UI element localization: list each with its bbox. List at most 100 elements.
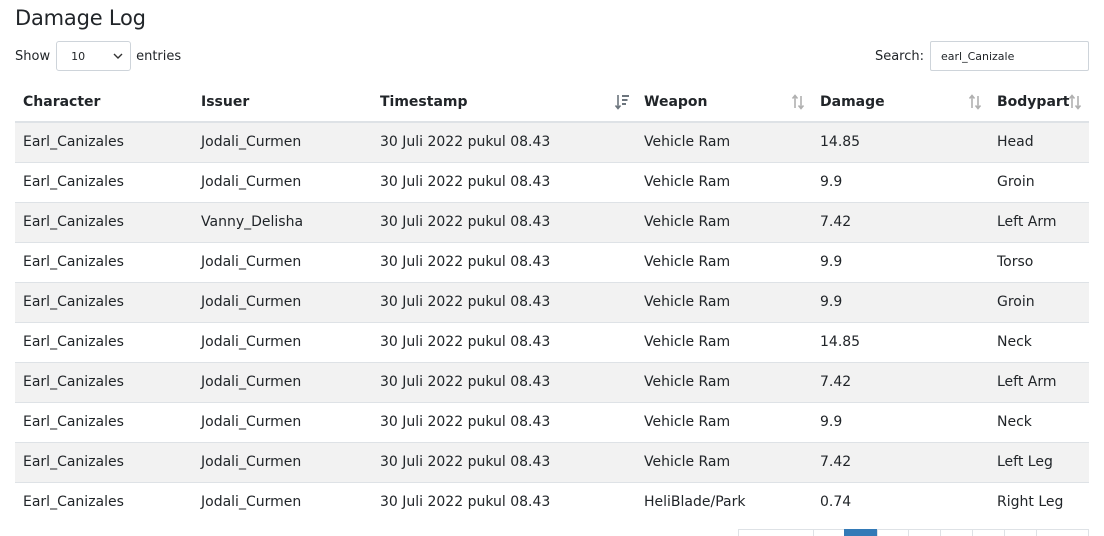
column-header-weapon[interactable]: Weapon (636, 82, 812, 123)
table-row: Earl_Canizales Jodali_Curmen 30 Juli 202… (15, 361, 1089, 402)
chevron-down-icon (113, 53, 123, 59)
cell-damage: 9.9 (812, 401, 989, 442)
table-row: Earl_Canizales Jodali_Curmen 30 Juli 202… (15, 481, 1089, 522)
cell-issuer: Jodali_Curmen (193, 321, 372, 362)
cell-damage: 7.42 (812, 441, 989, 482)
cell-issuer: Jodali_Curmen (193, 122, 372, 162)
sort-both-icon (791, 94, 805, 110)
cell-timestamp: 30 Juli 2022 pukul 08.43 (372, 361, 636, 402)
entries-label: entries (136, 48, 182, 64)
cell-character: Earl_Canizales (15, 241, 193, 282)
cell-bodypart: Right Leg (989, 481, 1089, 522)
pagination-page-button[interactable] (1004, 529, 1036, 536)
cell-bodypart: Groin (989, 161, 1089, 202)
search-label: Search: (874, 48, 924, 64)
table-row: Earl_Canizales Jodali_Curmen 30 Juli 202… (15, 161, 1089, 202)
cell-bodypart: Left Arm (989, 361, 1089, 402)
table-row: Earl_Canizales Jodali_Curmen 30 Juli 202… (15, 441, 1089, 482)
pagination-page-button[interactable] (940, 529, 972, 536)
cell-issuer: Jodali_Curmen (193, 281, 372, 322)
page-title: Damage Log (15, 6, 146, 30)
pagination-previous-button[interactable] (738, 529, 813, 536)
cell-character: Earl_Canizales (15, 481, 193, 522)
sort-desc-icon (614, 95, 629, 110)
pagination-page-button[interactable] (972, 529, 1004, 536)
cell-weapon: Vehicle Ram (636, 321, 812, 362)
damage-log-table: Character Issuer Timestamp Weapon Damage… (15, 82, 1089, 522)
column-header-damage[interactable]: Damage (812, 82, 989, 123)
column-header-bodypart[interactable]: Bodypart (989, 82, 1089, 123)
cell-weapon: Vehicle Ram (636, 241, 812, 282)
cell-weapon: Vehicle Ram (636, 122, 812, 162)
cell-damage: 14.85 (812, 321, 989, 362)
table-row: Earl_Canizales Jodali_Curmen 30 Juli 202… (15, 401, 1089, 442)
pagination (738, 529, 1089, 536)
cell-weapon: Vehicle Ram (636, 401, 812, 442)
cell-bodypart: Neck (989, 321, 1089, 362)
cell-timestamp: 30 Juli 2022 pukul 08.43 (372, 122, 636, 162)
cell-weapon: Vehicle Ram (636, 361, 812, 402)
column-header-issuer[interactable]: Issuer (193, 82, 372, 123)
damage-log-page: Damage Log Show 10 entries Search: Chara… (0, 0, 1104, 536)
cell-bodypart: Head (989, 122, 1089, 162)
cell-weapon: Vehicle Ram (636, 161, 812, 202)
cell-character: Earl_Canizales (15, 281, 193, 322)
column-header-timestamp[interactable]: Timestamp (372, 82, 636, 123)
cell-issuer: Jodali_Curmen (193, 241, 372, 282)
cell-timestamp: 30 Juli 2022 pukul 08.43 (372, 481, 636, 522)
cell-damage: 14.85 (812, 122, 989, 162)
sort-both-icon (1068, 94, 1082, 110)
cell-damage: 9.9 (812, 281, 989, 322)
cell-weapon: HeliBlade/Park (636, 481, 812, 522)
pagination-page-button[interactable] (877, 529, 908, 536)
cell-bodypart: Neck (989, 401, 1089, 442)
cell-issuer: Jodali_Curmen (193, 361, 372, 402)
cell-character: Earl_Canizales (15, 161, 193, 202)
column-header-character[interactable]: Character (15, 82, 193, 123)
cell-character: Earl_Canizales (15, 201, 193, 242)
pagination-page-active[interactable] (844, 529, 877, 536)
cell-issuer: Vanny_Delisha (193, 201, 372, 242)
cell-timestamp: 30 Juli 2022 pukul 08.43 (372, 401, 636, 442)
cell-timestamp: 30 Juli 2022 pukul 08.43 (372, 241, 636, 282)
pagination-page-button[interactable] (908, 529, 940, 536)
cell-timestamp: 30 Juli 2022 pukul 08.43 (372, 201, 636, 242)
cell-weapon: Vehicle Ram (636, 441, 812, 482)
table-row: Earl_Canizales Jodali_Curmen 30 Juli 202… (15, 281, 1089, 322)
entries-select-value: 10 (71, 49, 86, 63)
cell-bodypart: Left Arm (989, 201, 1089, 242)
entries-select[interactable]: 10 (56, 41, 132, 71)
cell-issuer: Jodali_Curmen (193, 441, 372, 482)
table-row: Earl_Canizales Jodali_Curmen 30 Juli 202… (15, 321, 1089, 362)
cell-timestamp: 30 Juli 2022 pukul 08.43 (372, 321, 636, 362)
search-input[interactable] (930, 41, 1089, 71)
cell-issuer: Jodali_Curmen (193, 161, 372, 202)
cell-timestamp: 30 Juli 2022 pukul 08.43 (372, 161, 636, 202)
cell-character: Earl_Canizales (15, 361, 193, 402)
table-row: Earl_Canizales Vanny_Delisha 30 Juli 202… (15, 201, 1089, 242)
pagination-page-button[interactable] (813, 529, 844, 536)
table-row: Earl_Canizales Jodali_Curmen 30 Juli 202… (15, 122, 1089, 162)
pagination-next-button[interactable] (1036, 529, 1089, 536)
cell-character: Earl_Canizales (15, 321, 193, 362)
search-control: Search: (875, 41, 1089, 71)
cell-bodypart: Groin (989, 281, 1089, 322)
cell-damage: 9.9 (812, 241, 989, 282)
cell-character: Earl_Canizales (15, 441, 193, 482)
show-label: Show (15, 48, 51, 64)
table-row: Earl_Canizales Jodali_Curmen 30 Juli 202… (15, 241, 1089, 282)
cell-character: Earl_Canizales (15, 122, 193, 162)
cell-weapon: Vehicle Ram (636, 281, 812, 322)
cell-bodypart: Torso (989, 241, 1089, 282)
cell-damage: 7.42 (812, 361, 989, 402)
cell-damage: 9.9 (812, 161, 989, 202)
cell-timestamp: 30 Juli 2022 pukul 08.43 (372, 281, 636, 322)
cell-issuer: Jodali_Curmen (193, 401, 372, 442)
table-header-row: Character Issuer Timestamp Weapon Damage… (15, 82, 1089, 123)
cell-timestamp: 30 Juli 2022 pukul 08.43 (372, 441, 636, 482)
cell-weapon: Vehicle Ram (636, 201, 812, 242)
cell-bodypart: Left Leg (989, 441, 1089, 482)
cell-character: Earl_Canizales (15, 401, 193, 442)
sort-both-icon (968, 94, 982, 110)
cell-damage: 7.42 (812, 201, 989, 242)
